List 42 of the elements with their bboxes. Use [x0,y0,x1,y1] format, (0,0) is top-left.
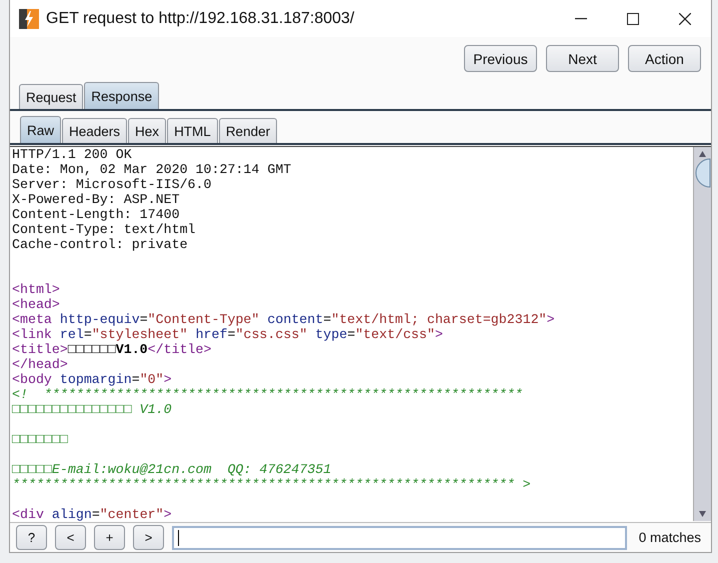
code-line: Cache-control: private [12,237,189,252]
message-tab[interactable]: Response [84,82,160,109]
close-icon[interactable] [679,12,691,24]
nav-button[interactable]: Action [628,45,701,72]
search-field[interactable] [172,526,627,550]
view-tab[interactable]: Headers [62,118,128,143]
maximize-icon[interactable] [627,12,639,24]
search-nav-button[interactable]: < [55,525,86,550]
code-line: <link rel="stylesheet" href="css.css" type="text/css"> [12,327,444,342]
code-line: <! ************************************************************ [12,387,524,402]
code-line: <meta http-equiv="Content-Type" content="text/html; charset=gb2312"> [12,312,556,327]
search-nav-button[interactable]: > [133,525,164,550]
code-line: Date: Mon, 02 Mar 2020 10:27:14 GMT [12,162,292,177]
nav-button[interactable]: Previous [464,45,537,72]
code-line: Content-Length: 17400 [12,207,181,222]
code-line: <body topmargin="0"> [12,372,173,387]
code-line: </head> [12,357,69,372]
code-line: <head> [12,297,61,312]
code-line: <div align="center"> [12,507,173,522]
scrollbar[interactable] [693,147,711,521]
code-line: <title>□□□□□□V1.0</title> [12,342,212,357]
search-nav-button[interactable]: ? [16,525,47,550]
nav-button[interactable]: Next [546,45,619,72]
match-count: 0 matches [638,530,701,545]
code-line: X-Powered-By: ASP.NET [12,192,181,207]
window-title: GET request to http://192.168.31.187:8003/ [46,10,356,28]
code-line: □□□□□□□ [12,432,69,447]
code-line: Server: Microsoft-IIS/6.0 [12,177,212,192]
code-line: HTTP/1.1 200 OK [12,147,133,162]
code-line: □□□□□E-mail:woku@21cn.com QQ: 476247351 [12,462,332,477]
code-line: *************************************************************** > [12,477,532,492]
view-tab[interactable]: HTML [167,118,218,143]
code-line: □□□□□□□□□□□□□□□ V1.0 [12,402,173,417]
code-line: Content-Type: text/html [12,222,197,237]
view-tab[interactable]: Hex [128,118,166,143]
view-tab[interactable]: Render [218,118,278,143]
minimize-icon[interactable] [575,18,587,20]
view-tab[interactable]: Raw [20,116,62,143]
search-nav-button[interactable]: + [94,525,125,550]
code-line: <html> [12,282,61,297]
lightning-icon [19,8,39,28]
message-tab[interactable]: Request [19,84,84,109]
